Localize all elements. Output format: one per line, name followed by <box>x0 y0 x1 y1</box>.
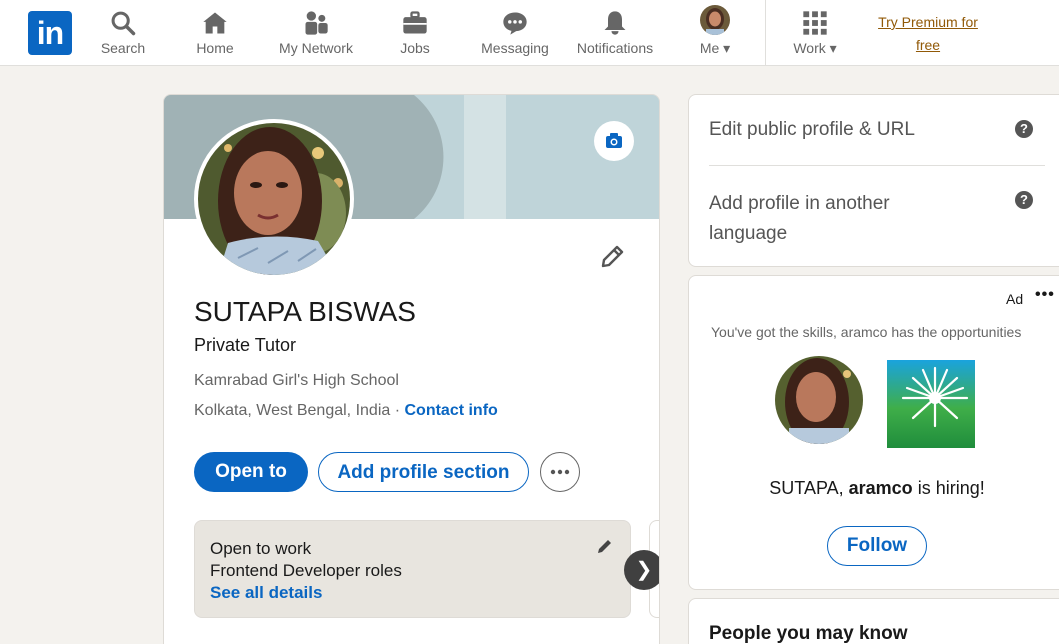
profile-school[interactable]: Kamrabad Girl's High School <box>194 372 399 390</box>
see-all-details-link[interactable]: See all details <box>210 583 322 603</box>
nav-work[interactable]: Work ▾ <box>786 0 844 66</box>
add-profile-section-button[interactable]: Add profile section <box>318 452 529 492</box>
edit-banner-button[interactable] <box>594 121 634 161</box>
pencil-icon <box>601 245 624 268</box>
profile-headline: Private Tutor <box>194 335 297 355</box>
ad-member-photo <box>775 356 863 444</box>
ad-company-name: aramco <box>848 478 913 498</box>
nav-my-network[interactable]: My Network <box>270 0 362 66</box>
edit-open-to-work-button[interactable] <box>595 536 615 556</box>
location-separator: · <box>390 402 405 419</box>
profile-location: Kolkata, West Bengal, India <box>194 402 391 419</box>
profile-settings-card: Edit public profile & URL ? Add profile … <box>688 94 1059 267</box>
nav-jobs[interactable]: Jobs <box>385 0 445 66</box>
aramco-logo[interactable] <box>887 360 975 448</box>
profile-photo[interactable] <box>194 119 354 279</box>
nav-work-label: Work ▾ <box>793 40 837 56</box>
premium-line-2: free <box>915 37 941 53</box>
camera-icon <box>606 133 622 148</box>
pencil-icon <box>598 540 611 553</box>
open-to-work-card[interactable]: Open to work Frontend Developer roles Se… <box>194 520 631 618</box>
contact-info-link[interactable]: Contact info <box>404 402 497 419</box>
open-to-work-roles: Frontend Developer roles <box>210 561 402 580</box>
messaging-icon <box>503 12 527 35</box>
network-icon <box>305 11 328 35</box>
ad-hiring-text: SUTAPA, aramco is hiring! <box>769 478 985 498</box>
briefcase-icon <box>403 11 427 34</box>
search-icon <box>111 11 136 36</box>
people-you-may-know-card: People you may know <box>688 598 1059 644</box>
nav-messaging-label: Messaging <box>481 40 549 56</box>
nav-divider <box>765 0 766 66</box>
more-actions-button[interactable] <box>540 452 580 492</box>
chevron-right-icon: ❯ <box>635 559 653 581</box>
nav-notifications-label: Notifications <box>576 40 654 56</box>
more-icon <box>550 469 570 475</box>
global-nav: in Search Home My Network Jobs Messaging… <box>0 0 1059 66</box>
nav-jobs-label: Jobs <box>400 40 430 56</box>
chevron-down-icon: ▾ <box>829 40 837 56</box>
nav-notifications[interactable]: Notifications <box>568 0 662 66</box>
help-icon[interactable]: ? <box>1015 120 1033 138</box>
profile-card: SUTAPA BISWAS Private Tutor Kamrabad Gir… <box>163 94 660 644</box>
open-to-button[interactable]: Open to <box>194 452 308 492</box>
bell-icon <box>604 11 626 35</box>
ad-tagline: You've got the skills, aramco has the op… <box>711 324 1022 340</box>
nav-me-label: Me ▾ <box>699 40 731 56</box>
nav-messaging[interactable]: Messaging <box>472 0 558 66</box>
avatar <box>700 5 730 35</box>
edit-public-profile-link[interactable]: Edit public profile & URL <box>709 119 915 141</box>
nav-search-label: Search <box>100 40 146 56</box>
grid-icon <box>803 11 827 35</box>
open-to-work-title: Open to work <box>210 539 312 558</box>
nav-me[interactable]: Me ▾ <box>685 0 745 66</box>
home-icon <box>203 12 227 34</box>
help-icon[interactable]: ? <box>1015 191 1033 209</box>
people-you-may-know-title: People you may know <box>709 623 908 644</box>
follow-button[interactable]: Follow <box>827 526 927 566</box>
try-premium-link[interactable]: Try Premium for free <box>862 11 994 57</box>
nav-search[interactable]: Search <box>93 0 153 66</box>
add-language-profile-link[interactable]: Add profile in another language <box>709 189 969 249</box>
carousel-next-button[interactable]: ❯ <box>624 550 659 590</box>
profile-location-line: Kolkata, West Bengal, India · Contact in… <box>194 402 498 420</box>
premium-line-1: Try Premium for <box>878 14 978 30</box>
ad-card: Ad ••• You've got the skills, aramco has… <box>688 275 1059 590</box>
ad-label: Ad <box>1006 291 1024 307</box>
linkedin-logo[interactable]: in <box>28 11 72 55</box>
chevron-down-icon: ▾ <box>723 40 731 56</box>
nav-home-label: Home <box>196 40 234 56</box>
nav-my-network-label: My Network <box>279 40 353 56</box>
nav-home[interactable]: Home <box>185 0 245 66</box>
ad-options-button[interactable]: ••• <box>1035 286 1055 304</box>
edit-intro-button[interactable] <box>596 241 628 273</box>
divider <box>709 165 1045 166</box>
profile-name: SUTAPA BISWAS <box>194 296 416 327</box>
